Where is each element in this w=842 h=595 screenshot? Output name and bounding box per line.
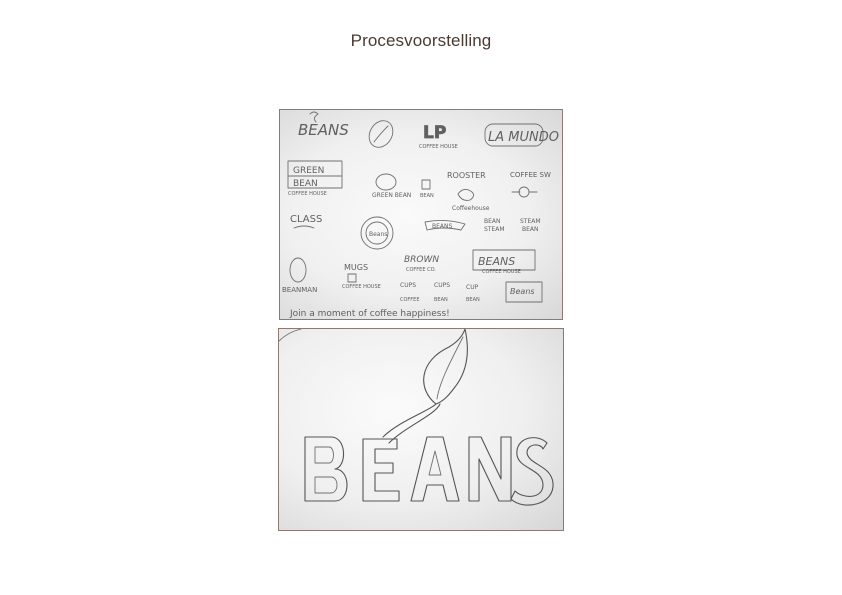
svg-text:BEAN: BEAN [293, 179, 318, 189]
svg-text:BROWN: BROWN [404, 255, 439, 265]
sketch-bean-oval [368, 120, 394, 148]
svg-text:COFFEE HOUSE: COFFEE HOUSE [482, 269, 521, 275]
sketch-rooster: ROOSTER Coffeehouse [447, 171, 490, 212]
svg-text:COFFEE: COFFEE [400, 297, 420, 303]
page-title: Procesvoorstelling [350, 31, 492, 50]
svg-text:BEAN: BEAN [434, 297, 448, 303]
svg-text:BEAN: BEAN [466, 297, 480, 303]
svg-text:GREEN: GREEN [293, 166, 324, 176]
sketch-sheet-photo: BEANS LP COFFEE HOUSE LA MUNDO GREEN BEA… [279, 109, 563, 320]
svg-text:BEANS: BEANS [478, 255, 515, 268]
sketch-beans-circle: Beans [360, 216, 394, 250]
sketch-coffee-sw: COFFEE SW [510, 171, 551, 198]
svg-text:Beans: Beans [510, 287, 535, 296]
svg-text:BEANMAN: BEANMAN [282, 286, 317, 294]
svg-text:MUGS: MUGS [344, 263, 368, 272]
sketch-green-bean: GREEN BEAN COFFEE HOUSE [287, 160, 343, 197]
sketch-steam-bean: STEAM BEAN [520, 218, 541, 233]
svg-text:COFFEE SW: COFFEE SW [510, 171, 551, 179]
sketch-mugs: MUGS COFFEE HOUSE [342, 263, 381, 290]
sketch-sheet-drawing: BEANS LP COFFEE HOUSE LA MUNDO GREEN BEA… [282, 111, 559, 319]
svg-text:BEANS: BEANS [298, 121, 349, 139]
svg-text:STEAM: STEAM [520, 218, 541, 225]
svg-text:BEAN: BEAN [484, 218, 501, 225]
svg-text:LA MUNDO: LA MUNDO [488, 130, 559, 145]
svg-text:CLASS: CLASS [290, 214, 322, 225]
sketch-greenbean-round: GREEN BEAN [372, 173, 411, 199]
sketch-beanman: BEANMAN [282, 257, 317, 294]
svg-text:Beans: Beans [369, 231, 387, 238]
sketch-bean-steam: BEAN STEAM [484, 218, 505, 233]
sketch-class: CLASS [290, 214, 322, 229]
svg-text:COFFEE HOUSE: COFFEE HOUSE [288, 191, 327, 197]
beans-logo-drawing [279, 329, 554, 506]
svg-text:BEAN: BEAN [522, 226, 539, 233]
sketch-brown: BROWN COFFEE CO. [404, 255, 439, 273]
sketch-la-mundo: LA MUNDO [484, 123, 559, 147]
svg-text:BEANS: BEANS [432, 223, 453, 230]
beans-wordmark-sketch [304, 436, 554, 506]
svg-text:GREEN BEAN: GREEN BEAN [372, 192, 411, 199]
sketch-beans-banner: BEANS [424, 219, 466, 231]
sketch-slogan: Join a moment of coffee happiness! [289, 309, 450, 319]
stem-sketch [382, 403, 437, 438]
svg-text:COFFEE HOUSE: COFFEE HOUSE [419, 144, 458, 150]
sketch-beans-box: BEANS COFFEE HOUSE [472, 249, 536, 275]
sketch-cup-small: BEAN [420, 179, 434, 199]
sketch-beans-1: BEANS [298, 111, 349, 139]
svg-text:STEAM: STEAM [484, 226, 505, 233]
beans-logo-photo [278, 328, 564, 531]
svg-text:LP: LP [423, 123, 446, 143]
sketch-lp: LP COFFEE HOUSE [419, 123, 458, 150]
svg-text:ROOSTER: ROOSTER [447, 171, 486, 180]
svg-text:CUP: CUP [466, 284, 479, 291]
svg-text:BEAN: BEAN [420, 193, 434, 199]
svg-text:Coffeehouse: Coffeehouse [452, 205, 490, 212]
leaf-sketch [423, 329, 468, 405]
svg-text:CUPS: CUPS [434, 282, 450, 289]
svg-text:COFFEE HOUSE: COFFEE HOUSE [342, 284, 381, 290]
sketch-beans-small-box: Beans [505, 281, 543, 303]
svg-text:COFFEE CO.: COFFEE CO. [406, 267, 436, 273]
sketch-cups-row: CUPS COFFEE CUPS BEAN CUP BEAN [400, 282, 480, 303]
svg-text:CUPS: CUPS [400, 282, 416, 289]
